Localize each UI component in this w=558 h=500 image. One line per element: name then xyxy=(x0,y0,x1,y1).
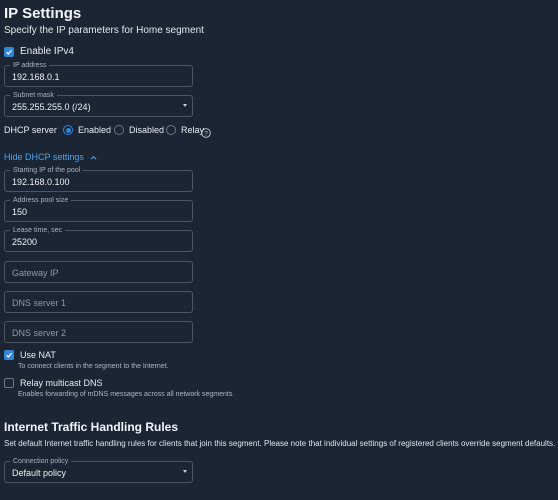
dns-server-2-field[interactable]: DNS server 2 xyxy=(4,321,193,343)
dns-server-1-field[interactable]: DNS server 1 xyxy=(4,291,193,313)
checkbox-unchecked-icon xyxy=(4,378,14,388)
lease-time-field[interactable]: Lease time, sec 25200 xyxy=(4,226,193,252)
dhcp-option-label: Enabled xyxy=(78,125,112,135)
checkbox-checked-icon xyxy=(4,350,14,360)
relay-mdns-checkbox[interactable]: Relay multicast DNS xyxy=(4,378,103,388)
radio-unselected-icon xyxy=(114,125,124,135)
pool-start-label: Starting IP of the pool xyxy=(10,166,84,175)
relay-mdns-label: Relay multicast DNS xyxy=(20,378,103,388)
chevron-up-icon xyxy=(90,155,97,160)
radio-unselected-icon xyxy=(166,125,176,135)
lease-time-value: 25200 xyxy=(12,237,38,247)
use-nat-checkbox[interactable]: Use NAT xyxy=(4,350,56,360)
hide-dhcp-settings-label: Hide DHCP settings xyxy=(4,152,84,162)
internet-rules-title: Internet Traffic Handling Rules xyxy=(4,420,179,434)
pool-start-field[interactable]: Starting IP of the pool 192.168.0.100 xyxy=(4,166,193,192)
dhcp-server-label: DHCP server xyxy=(4,125,57,135)
pool-size-label: Address pool size xyxy=(10,196,72,205)
dhcp-radio-relay[interactable]: Relay xyxy=(166,125,204,135)
connection-policy-label: Connection policy xyxy=(10,457,72,466)
page-title: IP Settings xyxy=(4,5,82,22)
ip-address-label: IP address xyxy=(10,61,50,70)
enable-ipv4-label: Enable IPv4 xyxy=(20,46,74,57)
subnet-mask-value: 255.255.255.0 (/24) xyxy=(12,102,91,112)
chevron-down-icon xyxy=(183,470,187,473)
internet-rules-description: Set default Internet traffic handling ru… xyxy=(4,439,556,448)
dhcp-radio-enabled[interactable]: Enabled xyxy=(63,125,111,135)
ip-address-field[interactable]: IP address 192.168.0.1 xyxy=(4,61,193,87)
pool-start-value: 192.168.0.100 xyxy=(12,177,70,187)
relay-mdns-description: Enables forwarding of mDNS messages acro… xyxy=(18,391,235,398)
gateway-ip-field[interactable]: Gateway IP xyxy=(4,261,193,283)
dns-server-2-placeholder: DNS server 2 xyxy=(12,328,67,338)
svg-text:?: ? xyxy=(204,130,208,137)
connection-policy-select[interactable]: Connection policy Default policy xyxy=(4,457,193,483)
checkbox-checked-icon xyxy=(4,46,14,57)
use-nat-description: To connect clients in the segment to the… xyxy=(18,363,169,370)
radio-selected-icon xyxy=(63,125,73,135)
question-circle-icon[interactable]: ? xyxy=(201,125,211,138)
enable-ipv4-checkbox[interactable]: Enable IPv4 xyxy=(4,46,74,57)
connection-policy-value: Default policy xyxy=(12,468,67,478)
hide-dhcp-settings-link[interactable]: Hide DHCP settings xyxy=(4,152,97,162)
dhcp-radio-disabled[interactable]: Disabled xyxy=(114,125,164,135)
ip-address-value: 192.168.0.1 xyxy=(12,72,60,82)
subnet-mask-select[interactable]: Subnet mask 255.255.255.0 (/24) xyxy=(4,91,193,117)
pool-size-value: 150 xyxy=(12,207,28,217)
lease-time-label: Lease time, sec xyxy=(10,226,66,235)
chevron-down-icon xyxy=(183,104,187,107)
dhcp-option-label: Disabled xyxy=(129,125,165,135)
dns-server-1-placeholder: DNS server 1 xyxy=(12,298,67,308)
pool-size-field[interactable]: Address pool size 150 xyxy=(4,196,193,222)
page-subtitle: Specify the IP parameters for Home segme… xyxy=(4,25,204,36)
gateway-ip-placeholder: Gateway IP xyxy=(12,268,59,278)
subnet-mask-label: Subnet mask xyxy=(10,91,57,100)
use-nat-label: Use NAT xyxy=(20,350,56,360)
